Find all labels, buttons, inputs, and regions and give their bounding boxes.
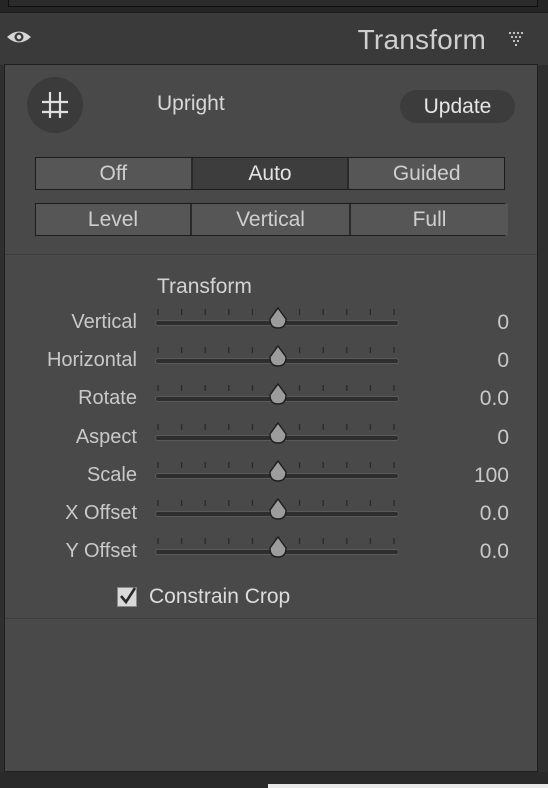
slider-row-horizontal: Horizontal 0 <box>5 344 537 379</box>
slider-row-aspect: Aspect 0 <box>5 421 537 456</box>
transform-panel: Upright Update Off Auto Guided Level Ver… <box>4 64 538 772</box>
slider-row-y-offset: Y Offset 0.0 <box>5 535 537 570</box>
slider-row-x-offset: X Offset 0.0 <box>5 497 537 532</box>
constrain-crop-label[interactable]: Constrain Crop <box>149 585 290 609</box>
bottom-edge <box>268 784 548 788</box>
top-frame-edge <box>8 0 538 7</box>
slider-value-x-offset[interactable]: 0.0 <box>480 502 509 526</box>
upright-off-button[interactable]: Off <box>36 158 193 189</box>
slider-value-horizontal[interactable]: 0 <box>497 349 509 373</box>
section-divider <box>5 254 537 255</box>
upright-vertical-button[interactable]: Vertical <box>192 204 351 235</box>
slider-label-y-offset: Y Offset <box>65 540 137 563</box>
slider-row-rotate: Rotate 0.0 <box>5 383 537 417</box>
upright-guided-button[interactable]: Guided <box>349 158 505 189</box>
slider-thumb-y-offset[interactable] <box>268 535 288 560</box>
slider-thumb-horizontal[interactable] <box>268 344 288 369</box>
slider-value-aspect[interactable]: 0 <box>497 426 509 450</box>
slider-label-scale: Scale <box>86 463 137 486</box>
slider-thumb-vertical[interactable] <box>268 306 288 331</box>
update-button[interactable]: Update <box>400 90 515 123</box>
slider-thumb-rotate[interactable] <box>268 383 288 407</box>
upright-level-button[interactable]: Level <box>36 204 192 235</box>
slider-label-horizontal: Horizontal <box>46 349 137 372</box>
transform-section-title: Transform <box>157 275 252 298</box>
slider-row-vertical: Vertical 0 <box>5 306 537 341</box>
slider-row-scale: Scale 100 <box>5 459 537 494</box>
constrain-crop-checkbox[interactable] <box>117 587 137 607</box>
slider-label-vertical: Vertical <box>71 311 137 333</box>
upright-mode-group-1: Off Auto Guided <box>35 157 505 190</box>
section-divider-bottom <box>5 618 537 619</box>
slider-label-x-offset: X Offset <box>65 502 137 524</box>
crop-tool-button[interactable] <box>27 77 83 133</box>
slider-thumb-x-offset[interactable] <box>268 497 288 522</box>
slider-value-rotate[interactable]: 0.0 <box>480 387 509 411</box>
panel-title: Transform <box>357 24 486 55</box>
triangle-down-icon[interactable] <box>507 31 527 47</box>
upright-label: Upright <box>157 92 225 115</box>
upright-full-button[interactable]: Full <box>351 204 508 235</box>
slider-label-rotate: Rotate <box>78 387 137 410</box>
eye-icon[interactable] <box>6 28 32 46</box>
slider-value-vertical[interactable]: 0 <box>497 311 509 335</box>
slider-value-y-offset[interactable]: 0.0 <box>480 540 509 564</box>
slider-thumb-scale[interactable] <box>268 459 288 484</box>
panel-header[interactable]: Transform <box>0 12 548 65</box>
slider-label-aspect: Aspect <box>75 425 137 448</box>
upright-mode-group-2: Level Vertical Full <box>35 203 508 236</box>
slider-thumb-aspect[interactable] <box>268 421 288 446</box>
slider-value-scale[interactable]: 100 <box>474 464 509 488</box>
top-frame <box>0 0 548 12</box>
upright-auto-button[interactable]: Auto <box>192 158 350 189</box>
